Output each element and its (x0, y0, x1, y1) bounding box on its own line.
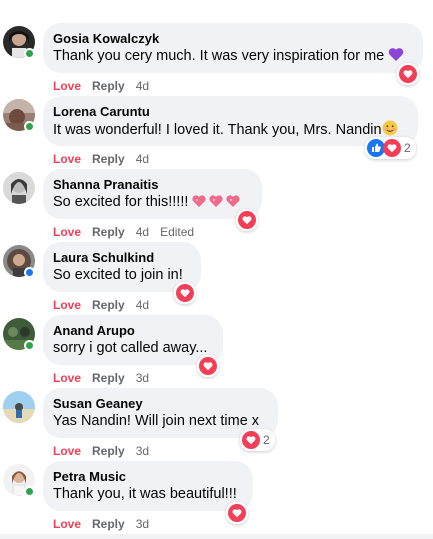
comment: Laura Schulkind So excited to join in! L… (0, 242, 433, 315)
comment-timestamp[interactable]: 3d (136, 371, 149, 385)
reaction-summary[interactable] (174, 282, 196, 304)
comment-author[interactable]: Gosia Kowalczyk (53, 30, 411, 47)
comment-author[interactable]: Shanna Pranaitis (53, 176, 250, 193)
reaction-summary[interactable]: 2 (365, 137, 416, 159)
avatar[interactable] (3, 172, 35, 204)
comment-actions: Love Reply 3d (53, 516, 160, 532)
comment-bubble: Petra Music Thank you, it was beautiful!… (43, 461, 253, 511)
heart-icon (228, 504, 246, 522)
comment-author[interactable]: Petra Music (53, 468, 241, 485)
comment: Anand Arupo sorry i got called away... L… (0, 315, 433, 388)
comment-actions: Love Reply 3d (53, 443, 160, 459)
edited-label: Edited (160, 225, 195, 239)
reaction-count: 2 (263, 433, 270, 447)
comment-text: Thank you, it was beautiful!!! (53, 486, 237, 502)
comment-bubble: Anand Arupo sorry i got called away... (43, 315, 223, 365)
comment-actions: Love Reply 4d (53, 78, 160, 94)
comment-bubble: Lorena Caruntu It was wonderful! I loved… (43, 96, 418, 146)
comment-text: It was wonderful! I loved it. Thank you,… (53, 120, 406, 142)
comment-timestamp[interactable]: 4d (136, 225, 149, 239)
reply-link[interactable]: Reply (92, 371, 125, 385)
online-indicator (24, 121, 35, 132)
heart-icon (199, 357, 217, 375)
reaction-summary[interactable] (197, 355, 219, 377)
comment: Susan Geaney Yas Nandin! Will join next … (0, 388, 433, 461)
reply-link[interactable]: Reply (92, 444, 125, 458)
comment-timestamp[interactable]: 4d (136, 79, 149, 93)
avatar[interactable] (3, 391, 35, 423)
comment-actions: Love Reply 4d Edited (53, 224, 205, 240)
comment-author[interactable]: Susan Geaney (53, 395, 266, 412)
heart-icon (399, 65, 417, 83)
reaction-summary[interactable] (397, 63, 419, 85)
comment-timestamp[interactable]: 4d (136, 298, 149, 312)
online-indicator (24, 48, 35, 59)
sparkling-heart-emoji (192, 194, 242, 214)
love-reaction-link[interactable]: Love (53, 298, 81, 312)
heart-icon (242, 431, 260, 449)
comment-author[interactable]: Lorena Caruntu (53, 103, 406, 120)
comment-actions: Love Reply 3d (53, 370, 160, 386)
comment-text: Yas Nandin! Will join next time x (53, 413, 260, 429)
online-indicator (24, 486, 35, 497)
comment-actions: Love Reply 4d (53, 297, 160, 313)
comment-author[interactable]: Anand Arupo (53, 322, 211, 339)
love-reaction-link[interactable]: Love (53, 79, 81, 93)
heart-icon (383, 139, 401, 157)
reply-link[interactable]: Reply (92, 152, 125, 166)
reaction-summary[interactable]: 2 (240, 429, 275, 451)
comment-actions: Love Reply 4d (53, 151, 160, 167)
comment: Gosia Kowalczyk Thank you cery much. It … (0, 23, 433, 96)
comment-bubble: Gosia Kowalczyk Thank you cery much. It … (43, 23, 423, 73)
love-reaction-link[interactable]: Love (53, 152, 81, 166)
reply-link[interactable]: Reply (92, 225, 125, 239)
online-indicator (24, 340, 35, 351)
love-reaction-link[interactable]: Love (53, 517, 81, 531)
online-indicator (24, 267, 35, 278)
comment-text: So excited to join in! (53, 267, 183, 283)
reaction-summary[interactable] (236, 209, 258, 231)
comment-bubble: Shanna Pranaitis So excited for this!!!!… (43, 169, 262, 219)
comment-text: So excited for this!!!!! (53, 193, 250, 214)
comment: Shanna Pranaitis So excited for this!!!!… (0, 169, 433, 242)
comment: Petra Music Thank you, it was beautiful!… (0, 461, 433, 534)
next-comment-edge (0, 534, 433, 539)
love-reaction-link[interactable]: Love (53, 444, 81, 458)
comment-timestamp[interactable]: 3d (136, 444, 149, 458)
comment-author[interactable]: Laura Schulkind (53, 249, 189, 266)
comment-text: sorry i got called away... (53, 340, 208, 356)
comment-timestamp[interactable]: 4d (136, 152, 149, 166)
heart-icon (238, 211, 256, 229)
comment: Lorena Caruntu It was wonderful! I loved… (0, 96, 433, 169)
love-reaction-link[interactable]: Love (53, 225, 81, 239)
comment-timestamp[interactable]: 3d (136, 517, 149, 531)
reply-link[interactable]: Reply (92, 298, 125, 312)
reaction-summary[interactable] (226, 502, 248, 524)
reaction-count: 2 (404, 141, 411, 155)
reply-link[interactable]: Reply (92, 517, 125, 531)
heart-icon (176, 284, 194, 302)
reply-link[interactable]: Reply (92, 79, 125, 93)
love-reaction-link[interactable]: Love (53, 371, 81, 385)
comment-text: Thank you cery much. It was very inspira… (53, 47, 411, 68)
